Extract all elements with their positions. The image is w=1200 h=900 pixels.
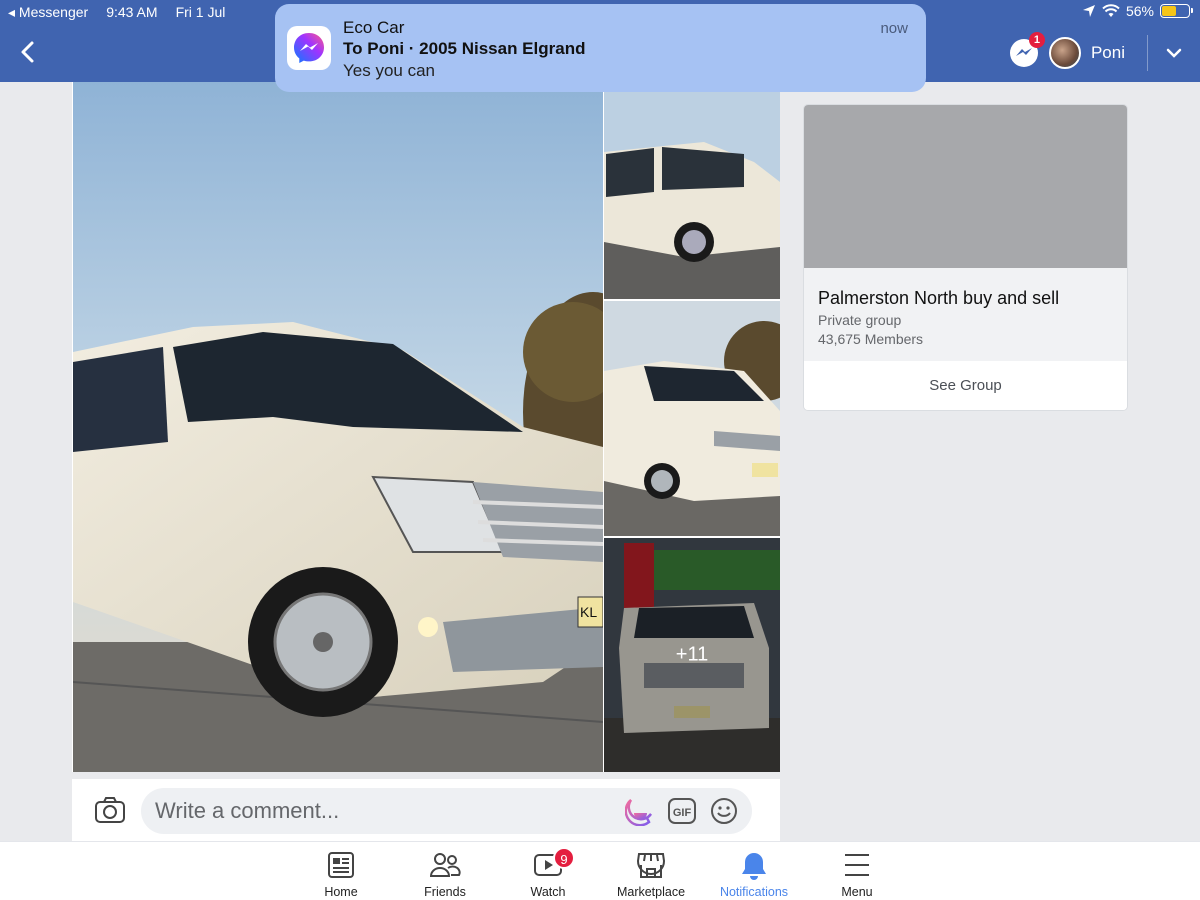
tab-marketplace[interactable]: Marketplace bbox=[599, 842, 703, 900]
photo-thumbnail[interactable] bbox=[604, 301, 780, 536]
chevron-left-icon bbox=[21, 41, 34, 63]
tab-friends[interactable]: Friends bbox=[393, 842, 497, 900]
avatar[interactable] bbox=[1048, 37, 1081, 69]
tab-menu-label: Menu bbox=[841, 885, 873, 899]
back-app-label: Messenger bbox=[18, 4, 89, 20]
car-photo-image: KL bbox=[73, 82, 603, 772]
camera-button[interactable] bbox=[94, 795, 126, 825]
battery-level bbox=[1162, 6, 1176, 16]
status-time: 9:43 AM bbox=[106, 4, 158, 20]
chevron-down-icon bbox=[1166, 48, 1182, 58]
back-to-app-link[interactable]: ◂ Messenger bbox=[8, 4, 88, 21]
plate-text-main: KL bbox=[580, 604, 597, 620]
battery-icon bbox=[1160, 4, 1193, 18]
gif-button[interactable]: GIF bbox=[667, 796, 697, 826]
photo-thumbnail[interactable] bbox=[604, 82, 780, 299]
group-card: Palmerston North buy and sell Private gr… bbox=[804, 105, 1127, 410]
tab-watch-label: Watch bbox=[530, 885, 566, 899]
car-photo-image bbox=[604, 82, 780, 299]
bottom-tab-bar: Home Friends 9 Watch Marketplace Notific… bbox=[0, 841, 1200, 900]
watch-badge: 9 bbox=[553, 847, 575, 869]
tab-home-label: Home bbox=[324, 885, 358, 899]
messenger-logo-icon bbox=[294, 33, 324, 63]
tab-notifications-label: Notifications bbox=[719, 885, 789, 899]
tab-friends-label: Friends bbox=[424, 885, 466, 899]
see-group-button[interactable]: See Group bbox=[804, 361, 1127, 410]
group-cover-image[interactable] bbox=[804, 105, 1127, 268]
messenger-badge: 1 bbox=[1028, 32, 1045, 48]
gif-icon: GIF bbox=[668, 798, 696, 824]
header-actions: 1 Poni bbox=[1009, 32, 1200, 72]
messenger-app-icon bbox=[287, 26, 331, 70]
battery-percent: 56% bbox=[1125, 3, 1154, 19]
home-feed-icon bbox=[328, 852, 354, 878]
photo-gallery: KL +11 bbox=[72, 82, 780, 772]
avatar-sticker-icon bbox=[624, 799, 653, 827]
user-name[interactable]: Poni bbox=[1091, 43, 1125, 63]
gif-label: GIF bbox=[673, 807, 692, 819]
comment-input[interactable] bbox=[141, 788, 752, 834]
status-date: Fri 1 Jul bbox=[175, 4, 226, 20]
tab-menu[interactable]: Menu bbox=[805, 842, 909, 900]
photo-thumbnail-more[interactable]: +11 bbox=[604, 538, 780, 772]
notification-sender: Eco Car bbox=[343, 18, 405, 37]
emoji-smile-icon bbox=[711, 798, 737, 824]
tab-notifications[interactable]: Notifications bbox=[702, 842, 806, 900]
hamburger-menu-icon bbox=[845, 854, 869, 876]
notification-message: Yes you can bbox=[343, 61, 435, 80]
wifi-icon bbox=[1102, 4, 1120, 17]
tab-watch[interactable]: 9 Watch bbox=[496, 842, 600, 900]
tab-marketplace-label: Marketplace bbox=[616, 885, 686, 899]
camera-icon bbox=[95, 797, 125, 823]
location-arrow-icon bbox=[1082, 5, 1095, 17]
tab-home[interactable]: Home bbox=[289, 842, 393, 900]
notification-subtitle: To Poni · 2005 Nissan Elgrand bbox=[343, 39, 586, 58]
main-car-photo[interactable]: KL bbox=[73, 82, 603, 772]
bell-icon bbox=[742, 853, 766, 880]
account-menu-button[interactable] bbox=[1148, 35, 1200, 71]
group-privacy: Private group bbox=[818, 312, 902, 328]
car-photo-image bbox=[604, 301, 780, 536]
notification-banner[interactable]: Eco Car To Poni · 2005 Nissan Elgrand Ye… bbox=[275, 4, 926, 92]
group-member-count: 43,675 Members bbox=[818, 331, 924, 347]
friends-icon bbox=[429, 853, 461, 877]
messenger-button[interactable]: 1 bbox=[1009, 32, 1045, 68]
notification-time: now bbox=[880, 20, 908, 37]
emoji-button[interactable] bbox=[709, 796, 739, 826]
more-photos-count: +11 bbox=[675, 643, 709, 666]
avatar-sticker-button[interactable] bbox=[624, 796, 655, 827]
group-name[interactable]: Palmerston North buy and sell bbox=[818, 288, 1113, 309]
back-button[interactable] bbox=[14, 38, 42, 66]
comment-bar: GIF bbox=[72, 779, 780, 841]
marketplace-store-icon bbox=[636, 853, 666, 878]
group-info: Palmerston North buy and sell Private gr… bbox=[804, 268, 1127, 361]
